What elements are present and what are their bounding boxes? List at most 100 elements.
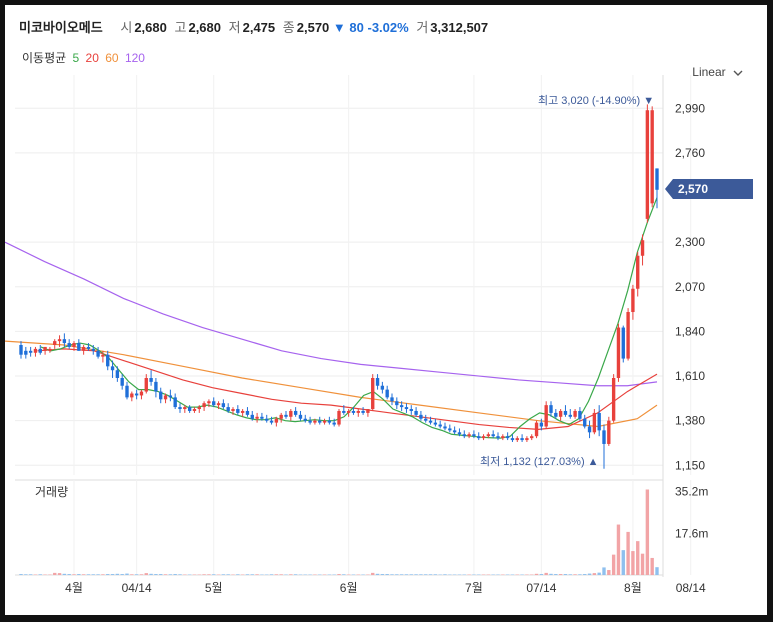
volume-bar <box>597 572 601 575</box>
candle-body <box>597 412 601 431</box>
candle-body <box>279 414 283 419</box>
volume-bar <box>655 567 659 575</box>
volume-bar <box>289 574 293 575</box>
candle-body <box>554 412 558 417</box>
volume-bar <box>424 574 428 575</box>
candle-body <box>361 410 365 413</box>
volume-bar <box>101 574 105 575</box>
volume-bar <box>38 574 42 575</box>
candle-body <box>399 405 404 408</box>
volume-bar <box>57 573 62 575</box>
candle-body <box>351 410 356 413</box>
candle-body <box>216 403 221 406</box>
volume-bar <box>395 574 399 575</box>
chart-frame: 미코바이오메드 시 2,680 고 2,680 저 2,475 종 2,570 ▼ 80… <box>5 5 767 615</box>
volume-bar <box>380 574 385 575</box>
candle-body <box>327 420 332 423</box>
volume-bar <box>554 574 558 575</box>
ma-path <box>37 348 658 431</box>
candle-body <box>433 422 438 425</box>
candle-body <box>346 410 351 413</box>
candle-body <box>250 414 254 419</box>
candle-body <box>496 436 500 439</box>
candle-body <box>587 426 592 433</box>
volume-bar <box>578 574 582 575</box>
volume-bar <box>255 574 259 575</box>
candle-body <box>530 436 534 439</box>
candle-body <box>81 346 86 351</box>
gridlines <box>15 75 692 577</box>
volume-bar <box>226 574 230 575</box>
candle-body <box>626 312 630 359</box>
candle-body <box>337 410 341 425</box>
volume-bar <box>428 574 433 575</box>
candle-body <box>274 418 279 423</box>
date-tick-label: 8월 <box>624 581 642 595</box>
volume-panel: 35.2m 17.6m <box>19 485 708 575</box>
candle-body <box>308 420 312 423</box>
price-axis: 1,150 1,380 1,610 1,840 2,070 2,300 2,760 2,990 <box>675 101 705 472</box>
volume-bar <box>77 574 81 575</box>
candle-body <box>260 416 264 419</box>
candle-body <box>96 350 100 357</box>
candle-body <box>159 391 163 400</box>
candle-body <box>539 422 544 427</box>
candle-body <box>385 389 389 398</box>
volume-bar <box>62 573 67 575</box>
volume-bar <box>134 574 139 575</box>
candle-body <box>414 410 418 415</box>
price-tick-label: 1,840 <box>675 324 705 338</box>
candle-body <box>631 288 635 313</box>
candle-body <box>573 410 577 417</box>
candle-body <box>149 377 153 382</box>
candle-body <box>510 438 515 441</box>
volume-bar <box>443 574 447 575</box>
candle-body <box>650 110 654 204</box>
candle-body <box>491 434 495 437</box>
candle-body <box>621 327 625 359</box>
volume-bar <box>414 574 418 575</box>
candle-body <box>486 434 491 437</box>
candle-body <box>212 401 216 406</box>
candle-body <box>130 393 134 398</box>
volume-bar <box>236 574 240 575</box>
price-tick-label: 2,300 <box>675 235 705 249</box>
candle-body <box>303 418 307 421</box>
candle-body <box>419 414 423 419</box>
candle-body <box>231 409 235 411</box>
price-tick-label: 1,150 <box>675 458 705 472</box>
candle-body <box>115 370 120 378</box>
candle-body <box>240 410 245 413</box>
candle-body <box>390 397 394 402</box>
date-tick-label: 5월 <box>205 581 223 595</box>
date-tick-label: 08/14 <box>676 581 706 595</box>
volume-bar <box>385 574 389 575</box>
candle-body <box>86 346 91 349</box>
volume-bar <box>342 574 346 575</box>
candle-body <box>462 434 466 437</box>
volume-bar <box>120 574 124 575</box>
candle-body <box>120 377 124 386</box>
volume-panel-label: 거래량 <box>35 485 68 499</box>
price-chart[interactable]: 1,150 1,380 1,610 1,840 2,070 2,300 2,760 2,990… <box>5 5 767 615</box>
candle-body <box>472 434 476 437</box>
volume-bar <box>621 550 625 575</box>
candle-body <box>289 410 293 417</box>
candle-body <box>534 422 539 437</box>
volume-bar <box>168 574 173 575</box>
candle-body <box>139 391 144 396</box>
candle-body <box>236 409 240 413</box>
volume-bar <box>544 572 548 575</box>
volume-bar <box>409 574 413 575</box>
candle-body <box>43 346 47 351</box>
candle-body <box>520 438 524 441</box>
candle-body <box>515 438 519 441</box>
volume-bar <box>636 541 640 575</box>
candle-body <box>380 385 385 390</box>
candle-body <box>448 428 452 431</box>
candle-body <box>313 420 317 423</box>
candle-body <box>592 412 597 433</box>
candle-body <box>192 409 197 411</box>
candle-body <box>607 420 611 444</box>
price-tick-label: 1,610 <box>675 369 705 383</box>
